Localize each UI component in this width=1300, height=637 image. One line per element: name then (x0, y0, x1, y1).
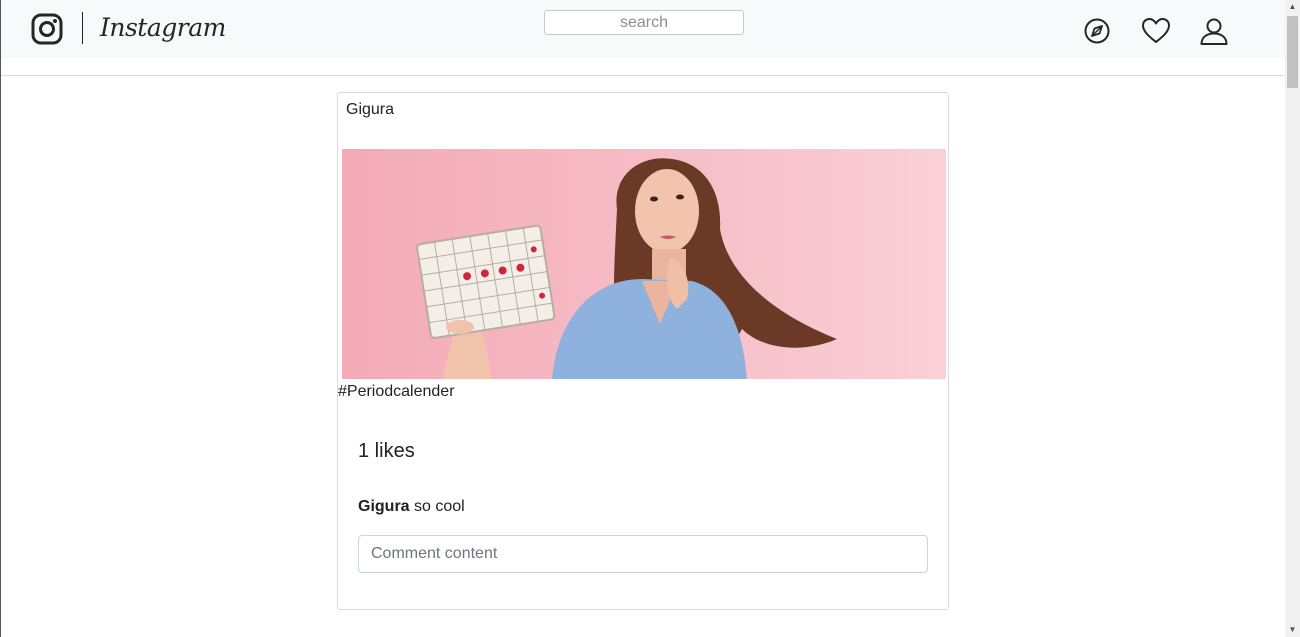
post-image[interactable] (342, 149, 946, 379)
scroll-down-arrow-icon[interactable]: ▼ (1285, 623, 1300, 637)
navbar-bar: Instagram (1, 0, 1285, 58)
post-username[interactable]: Gigura (346, 101, 394, 119)
likes-count: 1 likes (358, 440, 415, 462)
top-navbar: Instagram (1, 0, 1285, 76)
comment-text: so cool (409, 498, 465, 515)
scrollbar-thumb[interactable] (1287, 16, 1298, 88)
comment-item: Gigura so cool (358, 498, 465, 516)
logo-divider (82, 12, 83, 44)
comment-input[interactable] (358, 535, 928, 573)
logo-wordmark[interactable]: Instagram (100, 13, 226, 42)
photo-woman-with-calendar (342, 149, 946, 379)
comment-username[interactable]: Gigura (358, 498, 410, 515)
search-input[interactable] (544, 10, 744, 35)
page-scrollbar[interactable]: ▲ ▼ (1285, 0, 1300, 637)
scroll-up-arrow-icon[interactable]: ▲ (1285, 0, 1300, 14)
window-edge (0, 0, 1, 637)
instagram-logo-icon[interactable] (31, 13, 63, 45)
explore-icon[interactable] (1082, 16, 1112, 46)
post-card: Gigura #Periodcalender 1 likes Gigura so… (337, 92, 949, 610)
heart-icon[interactable] (1141, 16, 1171, 46)
post-caption: #Periodcalender (338, 383, 455, 400)
profile-icon[interactable] (1199, 16, 1229, 46)
